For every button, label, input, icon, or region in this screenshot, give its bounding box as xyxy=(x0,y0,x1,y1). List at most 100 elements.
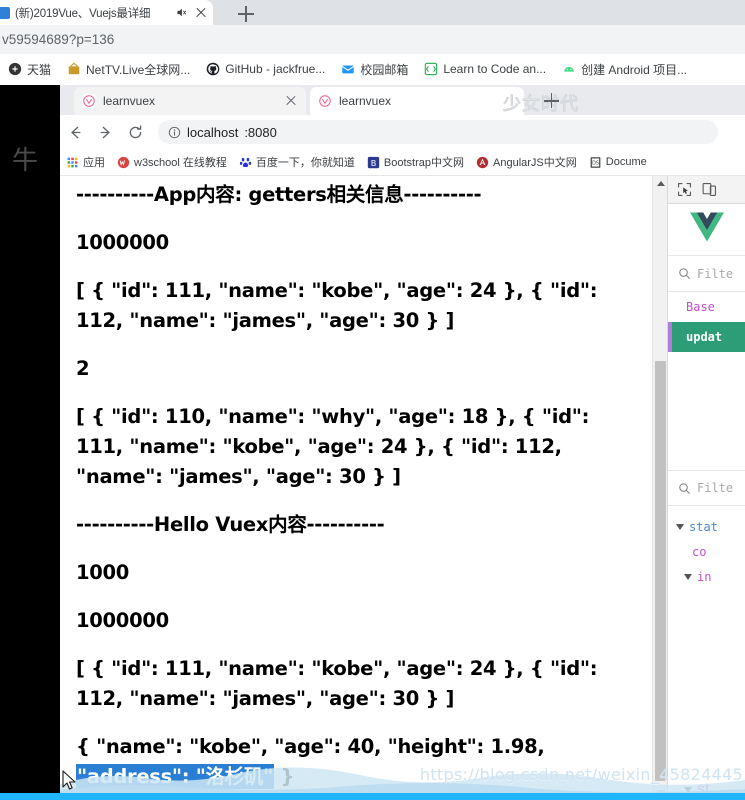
w3school-icon xyxy=(117,156,130,168)
outer-tab-title: (新)2019Vue、Vuejs最详细 xyxy=(15,7,151,20)
bookmark-label: NetTV.Live全球网... xyxy=(86,62,191,77)
devtools-state-root[interactable]: stat xyxy=(668,514,745,539)
device-toolbar-icon[interactable] xyxy=(701,181,718,198)
app-getters-header: ----------App内容: getters相关信息---------- xyxy=(76,183,482,206)
scrollbar-up-arrow-icon[interactable] xyxy=(653,176,668,191)
speaker-mute-icon[interactable] xyxy=(175,6,188,19)
chevron-down-icon[interactable] xyxy=(684,573,692,580)
chevron-down-icon[interactable] xyxy=(684,786,692,793)
inner-tab-close-icon[interactable] xyxy=(284,94,298,108)
outer-browser-tabstrip: (新)2019Vue、Vuejs最详细 xyxy=(0,0,745,25)
bookmark-angularjs[interactable]: AngularJS中文网 xyxy=(470,154,583,170)
inner-url-omnibox[interactable]: localhost :8080 xyxy=(158,120,718,144)
devtools-state-label: stat xyxy=(689,519,718,534)
getters-filtered-students: [ { "id": 111, "name": "kobe", "age": 24… xyxy=(76,279,598,332)
devtools-state-label: co xyxy=(692,544,707,559)
hello-vuex-header: ----------Hello Vuex内容---------- xyxy=(76,513,385,536)
devtools-vue-logo-row xyxy=(668,204,745,256)
tmall-icon xyxy=(8,62,22,76)
bookmark-label: 天猫 xyxy=(27,62,52,77)
inner-tab-title: learnvuex xyxy=(103,94,156,108)
devtools-filter-placeholder: Filte xyxy=(697,266,734,281)
bookmark-baidu[interactable]: 百度一下，你就知道 xyxy=(233,154,361,170)
outer-browser-tab[interactable]: (新)2019Vue、Vuejs最详细 xyxy=(0,0,213,25)
outer-new-tab-button[interactable] xyxy=(232,3,260,25)
bookmark-android-project[interactable]: 创建 Android 项目... xyxy=(554,61,695,78)
svg-text:DS: DS xyxy=(592,160,599,166)
bottom-accent-bar xyxy=(0,793,745,800)
chevron-down-icon[interactable] xyxy=(676,523,684,530)
inner-tab-title: learnvuex xyxy=(339,94,392,108)
codecademy-icon xyxy=(425,62,438,76)
devtools-component-filter[interactable]: Filte xyxy=(668,256,745,292)
devtools-filter2-placeholder: Filte xyxy=(697,481,734,495)
vue-devtools-panel: Filte Base updat Filte stat co in st xyxy=(667,176,745,800)
devtools-state-info[interactable]: in xyxy=(668,564,745,589)
bootstrap-icon: B xyxy=(367,156,380,168)
bookmark-learn-to-code[interactable]: Learn to Code an... xyxy=(416,62,554,76)
info-circle-icon xyxy=(168,126,181,138)
bookmark-label: 校园邮箱 xyxy=(360,62,409,77)
devtools-state-filter[interactable]: Filte xyxy=(668,470,745,506)
inspect-element-icon[interactable] xyxy=(676,181,693,198)
reload-icon[interactable] xyxy=(120,117,150,147)
bookmark-label: Learn to Code an... xyxy=(443,62,547,76)
apps-grid-icon xyxy=(67,157,78,167)
url-port: :8080 xyxy=(244,124,277,140)
bookmark-label: 应用 xyxy=(83,157,105,169)
bookmark-w3school[interactable]: w3school 在线教程 xyxy=(111,154,233,170)
devtools-component-base[interactable]: Base xyxy=(668,292,745,322)
bookmark-label: 百度一下，你就知道 xyxy=(255,157,355,169)
bookmark-label: Bootstrap中文网 xyxy=(383,157,465,169)
selected-text-address[interactable]: "address": "洛杉矶" xyxy=(76,764,275,789)
vuex-demo-content: ----------App内容: getters相关信息---------- 1… xyxy=(76,176,641,800)
bookmark-label: w3school 在线教程 xyxy=(134,157,227,169)
arrow-back-icon[interactable] xyxy=(60,117,90,147)
baidu-icon xyxy=(239,157,252,167)
bookmark-apps[interactable]: 应用 xyxy=(60,154,111,170)
devtools-state-counter[interactable]: co xyxy=(668,539,745,564)
inner-browser-toolbar: localhost :8080 xyxy=(60,115,745,149)
bookmark-nettv[interactable]: NetTV.Live全球网... xyxy=(59,61,198,78)
getters-all-students: [ { "id": 110, "name": "why", "age": 18 … xyxy=(76,405,590,488)
inner-browser-window: learnvuex learnvuex 少女时代 localhost:8080… xyxy=(60,85,745,800)
outer-tab-close-icon[interactable] xyxy=(193,5,209,21)
github-icon xyxy=(206,62,220,76)
bookmark-documentation[interactable]: DS Docume xyxy=(583,156,653,169)
bookmark-campus-mail[interactable]: 校园邮箱 xyxy=(333,61,416,78)
search-icon xyxy=(679,482,690,494)
screenshot-root: (新)2019Vue、Vuejs最详细 v59594689?p=136 天猫 N… xyxy=(0,0,745,800)
inner-tab-learnvuex-1[interactable]: learnvuex xyxy=(74,87,306,115)
scrollbar-thumb[interactable] xyxy=(655,361,666,781)
bookmark-label: AngularJS中文网 xyxy=(493,157,577,169)
devtools-toolbar xyxy=(668,176,745,204)
bookmark-tmall[interactable]: 天猫 xyxy=(0,61,59,78)
devtools-component-label: updat xyxy=(686,330,723,344)
angularjs-icon xyxy=(476,156,489,168)
bookmark-bootstrap[interactable]: B Bootstrap中文网 xyxy=(361,154,470,170)
devtools-component-selected[interactable]: updat xyxy=(668,322,745,352)
inner-new-tab-button[interactable] xyxy=(540,90,564,112)
bookmark-github[interactable]: GitHub - jackfrue... xyxy=(198,62,333,76)
nettv-icon xyxy=(68,62,80,75)
hello-students: [ { "id": 111, "name": "kobe", "age": 24… xyxy=(76,657,598,710)
inner-browser-tabstrip: learnvuex learnvuex 少女时代 xyxy=(60,85,745,116)
svg-text:B: B xyxy=(371,157,377,167)
vue-favicon xyxy=(82,94,96,108)
vue-favicon xyxy=(318,94,332,108)
bookmark-label: GitHub - jackfrue... xyxy=(225,62,326,76)
inner-tab-learnvuex-2[interactable]: learnvuex xyxy=(310,87,524,115)
page-viewport: ----------App内容: getters相关信息---------- 1… xyxy=(60,176,745,800)
inner-bookmarks-bar: 应用 w3school 在线教程 百度一下，你就知道 B Bootstrap中文… xyxy=(60,149,745,176)
url-host: localhost xyxy=(187,124,239,140)
mail-icon xyxy=(342,65,355,74)
outer-browser-urlbar[interactable]: v59594689?p=136 xyxy=(0,25,745,54)
getters-count: 2 xyxy=(76,357,90,380)
page-scrollbar[interactable] xyxy=(652,176,667,800)
bilibili-favicon xyxy=(0,6,10,19)
outer-bookmarks-bar: 天猫 NetTV.Live全球网... GitHub - jackfrue...… xyxy=(0,54,745,85)
video-letterbox-left xyxy=(0,85,60,800)
arrow-forward-icon[interactable] xyxy=(90,117,120,147)
devtools-component-tree-empty xyxy=(668,352,745,470)
search-icon xyxy=(679,268,690,279)
